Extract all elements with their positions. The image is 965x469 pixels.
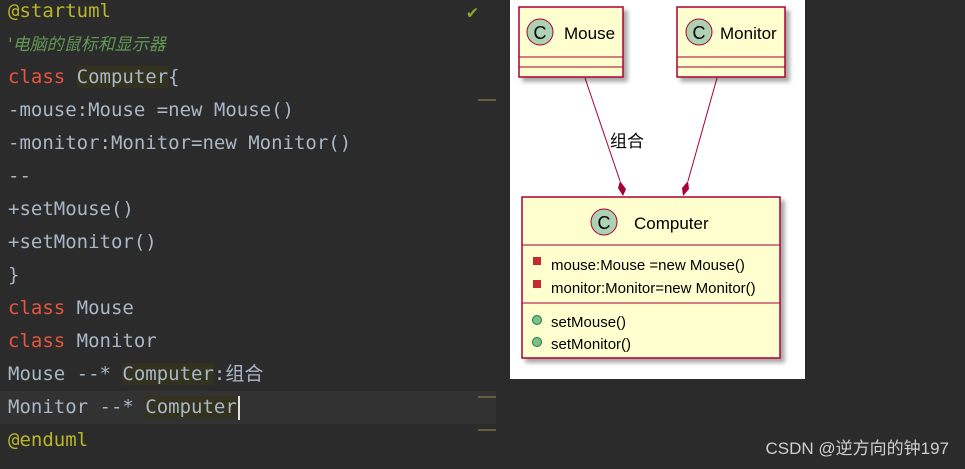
brace-close: } [8, 264, 20, 286]
field-mouse: -mouse:Mouse =new Mouse() [8, 99, 294, 121]
private-field-icon [533, 257, 541, 265]
class-c-letter: C [598, 213, 611, 233]
relation-target: Computer [145, 396, 237, 418]
relation-line-mouse [584, 77, 621, 182]
code-line-13[interactable]: Monitor --* Computer [0, 391, 496, 424]
relation-mouse: Mouse --* [8, 363, 123, 385]
relation-label-text: 组合 [610, 132, 644, 151]
class-name-computer-label: Computer [634, 214, 709, 233]
scroll-marker[interactable] [478, 396, 496, 398]
field-mouse-label: mouse:Mouse =new Mouse() [551, 257, 745, 274]
relation-line-monitor [687, 77, 718, 182]
class-name-mouse: Mouse [76, 297, 134, 319]
uml-diagram: 组合 C Mouse C Monitor C Computer mouse:Mo… [510, 0, 805, 379]
enduml-directive: @enduml [8, 429, 89, 451]
class-c-letter: C [534, 23, 547, 43]
composition-diamond-mouse [618, 181, 626, 196]
code-line-11[interactable]: class Monitor [0, 325, 496, 358]
public-method-icon [532, 315, 542, 325]
code-line-8[interactable]: +setMonitor() [0, 226, 496, 259]
startuml-directive: @startuml [8, 0, 111, 22]
watermark: CSDN @逆方向的钟197 [765, 439, 949, 458]
composition-diamond-monitor [682, 181, 689, 196]
code-line-12[interactable]: Mouse --* Computer:组合 [0, 358, 496, 391]
class-keyword: class [8, 330, 66, 352]
code-line-2[interactable]: '电脑的鼠标和显示器 [0, 28, 496, 61]
method-setmonitor: +setMonitor() [8, 231, 157, 253]
private-field-icon [533, 280, 541, 288]
relation-label: :组合 [213, 363, 264, 385]
relation-monitor: Monitor --* [8, 396, 146, 418]
class-c-letter: C [693, 23, 706, 43]
code-line-1[interactable]: @startuml [0, 0, 496, 28]
brace-open: { [168, 66, 180, 88]
text-caret [237, 395, 240, 420]
scroll-marker[interactable] [478, 99, 496, 101]
class-name-computer: Computer [76, 66, 169, 88]
method-setmonitor-label: setMonitor() [551, 336, 631, 353]
code-line-4[interactable]: -mouse:Mouse =new Mouse() [0, 94, 496, 127]
code-editor[interactable]: ✔ @startuml '电脑的鼠标和显示器 class Computer{ -… [0, 0, 500, 469]
comment-line: '电脑的鼠标和显示器 [8, 35, 166, 55]
class-name-mouse-label: Mouse [564, 24, 615, 43]
scroll-marker[interactable] [478, 429, 496, 431]
public-method-icon [532, 337, 542, 347]
class-name-monitor: Monitor [76, 330, 157, 352]
code-line-5[interactable]: -monitor:Monitor=new Monitor() [0, 127, 496, 160]
method-setmouse-label: setMouse() [551, 314, 626, 331]
code-line-14[interactable]: @enduml [0, 424, 496, 457]
class-keyword: class [8, 297, 66, 319]
class-name-monitor-label: Monitor [720, 24, 777, 43]
code-line-7[interactable]: +setMouse() [0, 193, 496, 226]
class-keyword: class [8, 66, 66, 88]
code-line-10[interactable]: class Mouse [0, 292, 496, 325]
relation-target: Computer [122, 363, 214, 385]
uml-diagram-svg: 组合 C Mouse C Monitor C Computer mouse:Mo… [518, 6, 786, 359]
field-monitor: -monitor:Monitor=new Monitor() [8, 132, 352, 154]
separator: -- [8, 165, 31, 187]
code-line-6[interactable]: -- [0, 160, 496, 193]
method-setmouse: +setMouse() [8, 198, 134, 220]
field-monitor-label: monitor:Monitor=new Monitor() [551, 280, 756, 297]
code-line-3[interactable]: class Computer{ [0, 61, 496, 94]
code-line-9[interactable]: } [0, 259, 496, 292]
